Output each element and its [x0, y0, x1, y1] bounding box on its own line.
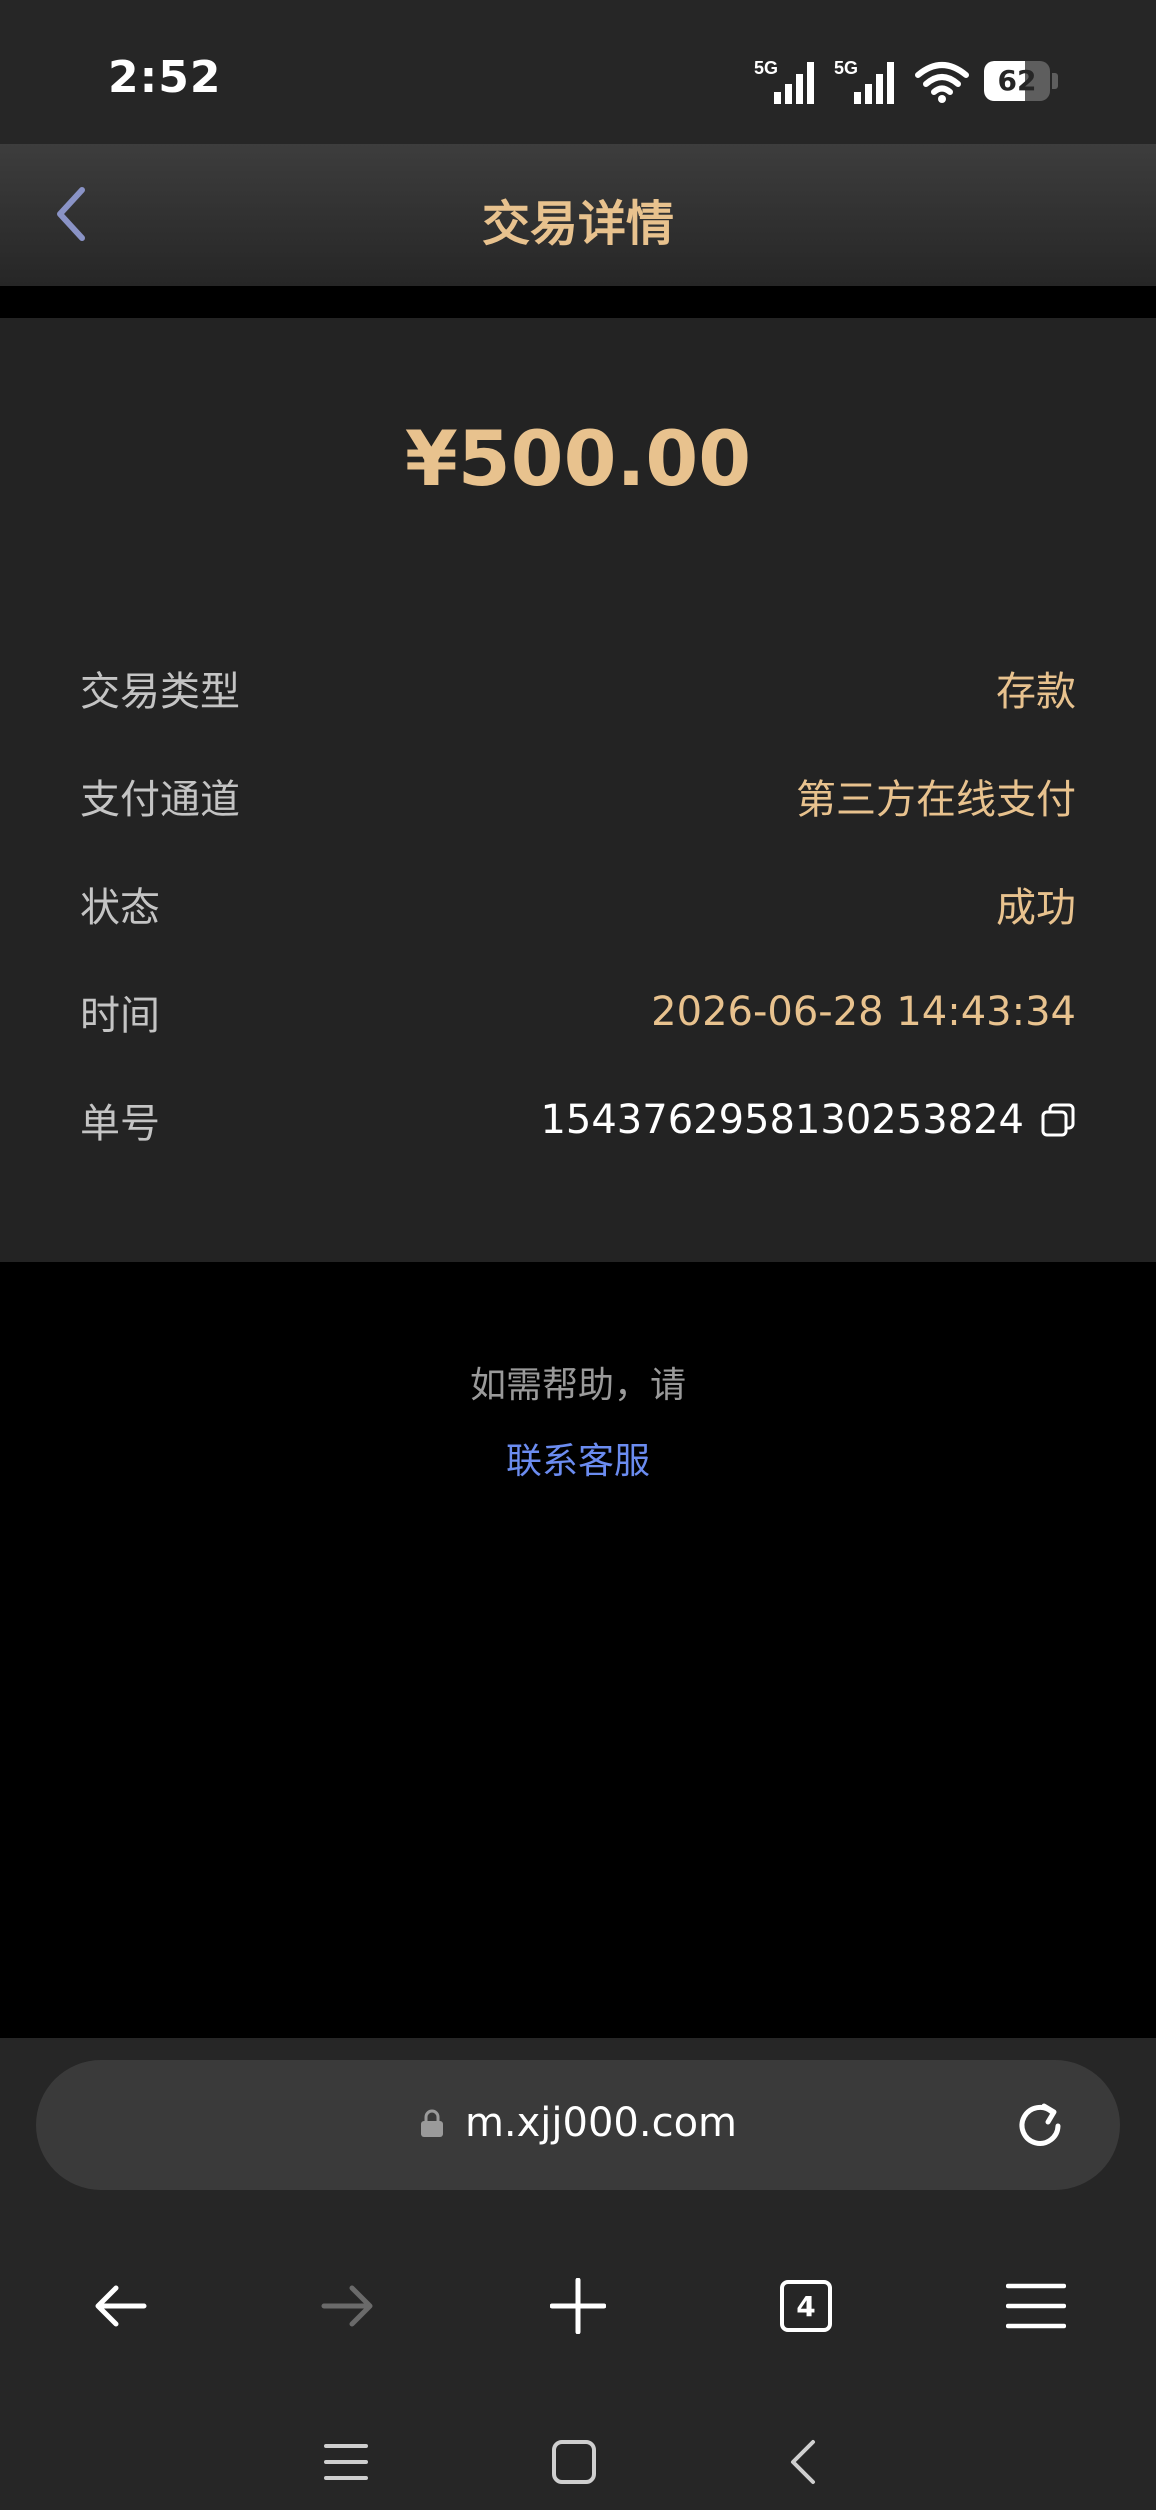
reload-icon[interactable] — [1012, 2098, 1068, 2154]
new-tab-button[interactable] — [528, 2256, 628, 2356]
order-number-group: 1543762958130253824 — [540, 1097, 1076, 1143]
menu-icon — [1006, 2283, 1066, 2329]
browser-forward-button[interactable] — [298, 2256, 398, 2356]
network-type-label: 5G — [754, 58, 778, 78]
network-type-label: 5G — [834, 58, 858, 78]
help-text: 如需帮助，请 — [469, 1365, 686, 1406]
tab-count: 4 — [780, 2280, 832, 2332]
browser-menu-button[interactable] — [986, 2256, 1086, 2356]
detail-label: 支付通道 — [80, 777, 240, 823]
battery-icon: 62 — [984, 61, 1058, 101]
home-button[interactable] — [534, 2422, 614, 2502]
detail-value: 2026-06-28 14:43:34 — [651, 989, 1076, 1035]
browser-back-button[interactable] — [70, 2256, 170, 2356]
detail-label: 单号 — [80, 1101, 160, 1147]
detail-value: 存款 — [996, 669, 1076, 715]
recent-apps-button[interactable] — [306, 2422, 386, 2502]
chevron-left-icon — [791, 2440, 815, 2484]
header-bar: 交易详情 — [0, 144, 1156, 286]
detail-row-time: 时间 2026-06-28 14:43:34 — [80, 982, 1076, 1042]
order-number-value: 1543762958130253824 — [540, 1097, 1024, 1143]
detail-row-channel: 支付通道 第三方在线支付 — [80, 766, 1076, 826]
system-nav-bar — [0, 2414, 1156, 2510]
page: 2:52 5G 5G 62 交易详情 ¥500.00 交易类型 存款 支付通道 … — [0, 0, 1156, 2510]
signal-5g-icon: 5G — [754, 58, 814, 104]
signal-5g-icon: 5G — [834, 58, 894, 104]
detail-label: 交易类型 — [80, 669, 240, 715]
contact-support-link[interactable]: 联系客服 — [0, 1432, 1156, 1484]
wifi-icon — [915, 62, 969, 103]
system-back-button[interactable] — [762, 2422, 842, 2502]
status-time: 2:52 — [108, 52, 222, 103]
lock-icon — [420, 2109, 443, 2137]
detail-row-order-number: 单号 1543762958130253824 — [80, 1090, 1076, 1150]
transaction-amount: ¥500.00 — [404, 414, 752, 503]
tabs-button[interactable]: 4 — [756, 2256, 856, 2356]
status-icons: 5G 5G 62 — [754, 56, 1058, 106]
address-bar[interactable]: m.xjj000.com — [36, 2060, 1120, 2190]
detail-label: 时间 — [80, 993, 160, 1039]
arrow-right-icon — [321, 2285, 373, 2327]
browser-toolbar: m.xjj000.com 4 — [0, 2038, 1156, 2510]
detail-label: 状态 — [80, 885, 160, 931]
url-text: m.xjj000.com — [464, 2100, 738, 2146]
status-value: 成功 — [996, 885, 1076, 931]
browser-nav-row: 4 — [0, 2256, 1156, 2356]
plus-icon — [550, 2278, 606, 2334]
detail-row-status: 状态 成功 — [80, 874, 1076, 934]
battery-level: 62 — [997, 64, 1037, 97]
recent-apps-icon — [324, 2444, 368, 2480]
arrow-left-icon — [95, 2285, 147, 2327]
detail-row-type: 交易类型 存款 — [80, 658, 1076, 718]
home-icon — [552, 2440, 596, 2484]
detail-value: 第三方在线支付 — [796, 777, 1076, 823]
status-bar: 2:52 5G 5G 62 — [0, 0, 1156, 144]
copy-icon[interactable] — [1040, 1102, 1076, 1138]
page-title: 交易详情 — [481, 196, 674, 252]
transaction-card: ¥500.00 交易类型 存款 支付通道 第三方在线支付 状态 成功 时间 20… — [0, 318, 1156, 1262]
